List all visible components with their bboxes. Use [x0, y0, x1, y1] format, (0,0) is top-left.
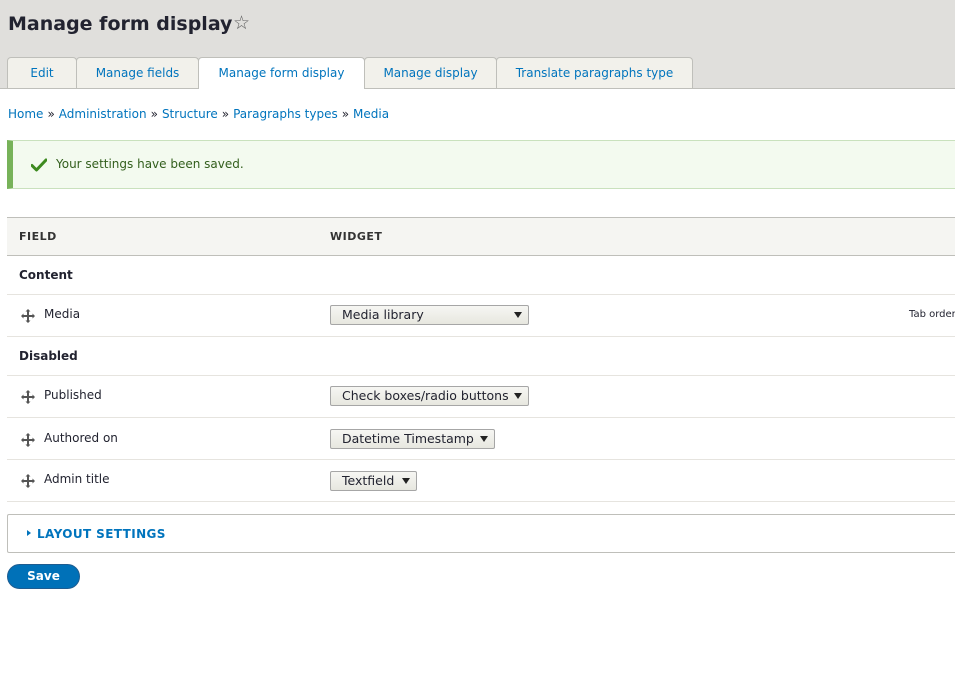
- breadcrumb-media[interactable]: Media: [353, 107, 389, 121]
- region-row-content: Content: [7, 256, 955, 295]
- widget-select-value: Textfield: [342, 473, 395, 488]
- star-icon[interactable]: ☆: [233, 13, 253, 33]
- breadcrumb: Home» Administration» Structure» Paragraphs…: [8, 107, 389, 121]
- drag-handle-icon[interactable]: [20, 473, 36, 489]
- widget-select-value: Datetime Timestamp: [342, 431, 474, 446]
- widget-select[interactable]: Datetime Timestamp: [330, 429, 495, 449]
- breadcrumb-separator: »: [150, 107, 158, 121]
- breadcrumb-administration[interactable]: Administration: [59, 107, 147, 121]
- chevron-down-icon: [480, 436, 488, 442]
- field-label: Media: [44, 307, 81, 321]
- table-row: Authored on Datetime Timestamp: [7, 418, 955, 460]
- chevron-down-icon: [514, 393, 522, 399]
- region-title: Disabled: [19, 349, 78, 363]
- chevron-down-icon: [514, 312, 522, 318]
- field-label: Admin title: [44, 472, 110, 486]
- breadcrumb-home[interactable]: Home: [8, 107, 43, 121]
- tab-manage-display[interactable]: Manage display: [364, 57, 497, 88]
- field-display-table: FIELD WIDGET Content Media Media library…: [7, 217, 955, 502]
- field-label: Authored on: [44, 431, 118, 445]
- save-button[interactable]: Save: [7, 564, 80, 589]
- check-icon: [31, 158, 47, 172]
- page-header: Manage form display ☆ Edit Manage fields…: [0, 0, 955, 89]
- page-title: Manage form display: [8, 13, 233, 35]
- layout-settings-summary[interactable]: LAYOUT SETTINGS: [37, 527, 166, 541]
- table-row: Media Media library Tab order: [7, 295, 955, 337]
- breadcrumb-structure[interactable]: Structure: [162, 107, 218, 121]
- widget-select[interactable]: Media library: [330, 305, 529, 325]
- breadcrumb-separator: »: [47, 107, 55, 121]
- column-header-field: FIELD: [19, 230, 57, 243]
- primary-tabs: Edit Manage fields Manage form display M…: [7, 57, 693, 89]
- status-message: Your settings have been saved.: [7, 140, 955, 189]
- tab-edit[interactable]: Edit: [7, 57, 77, 88]
- chevron-down-icon: [402, 478, 410, 484]
- drag-handle-icon[interactable]: [20, 308, 36, 324]
- widget-select[interactable]: Check boxes/radio buttons: [330, 386, 529, 406]
- table-header: FIELD WIDGET: [7, 217, 955, 256]
- region-row-disabled: Disabled: [7, 337, 955, 376]
- drag-handle-icon[interactable]: [20, 432, 36, 448]
- column-header-widget: WIDGET: [330, 230, 383, 243]
- widget-select-value: Media library: [342, 307, 424, 322]
- tab-translate-paragraphs-type[interactable]: Translate paragraphs type: [496, 57, 693, 88]
- drag-handle-icon[interactable]: [20, 389, 36, 405]
- tab-manage-fields[interactable]: Manage fields: [76, 57, 199, 88]
- widget-select[interactable]: Textfield: [330, 471, 417, 491]
- breadcrumb-paragraphs-types[interactable]: Paragraphs types: [233, 107, 338, 121]
- tab-order-link[interactable]: Tab order: [909, 309, 955, 320]
- region-title: Content: [19, 268, 73, 282]
- widget-select-value: Check boxes/radio buttons: [342, 388, 509, 403]
- field-label: Published: [44, 388, 102, 402]
- tab-manage-form-display[interactable]: Manage form display: [198, 57, 365, 89]
- table-row: Published Check boxes/radio buttons: [7, 376, 955, 418]
- table-row: Admin title Textfield: [7, 460, 955, 502]
- triangle-right-icon: [27, 530, 31, 536]
- breadcrumb-separator: »: [221, 107, 230, 121]
- status-message-text: Your settings have been saved.: [56, 157, 244, 171]
- breadcrumb-separator: »: [341, 107, 350, 121]
- layout-settings-details[interactable]: LAYOUT SETTINGS: [7, 514, 955, 553]
